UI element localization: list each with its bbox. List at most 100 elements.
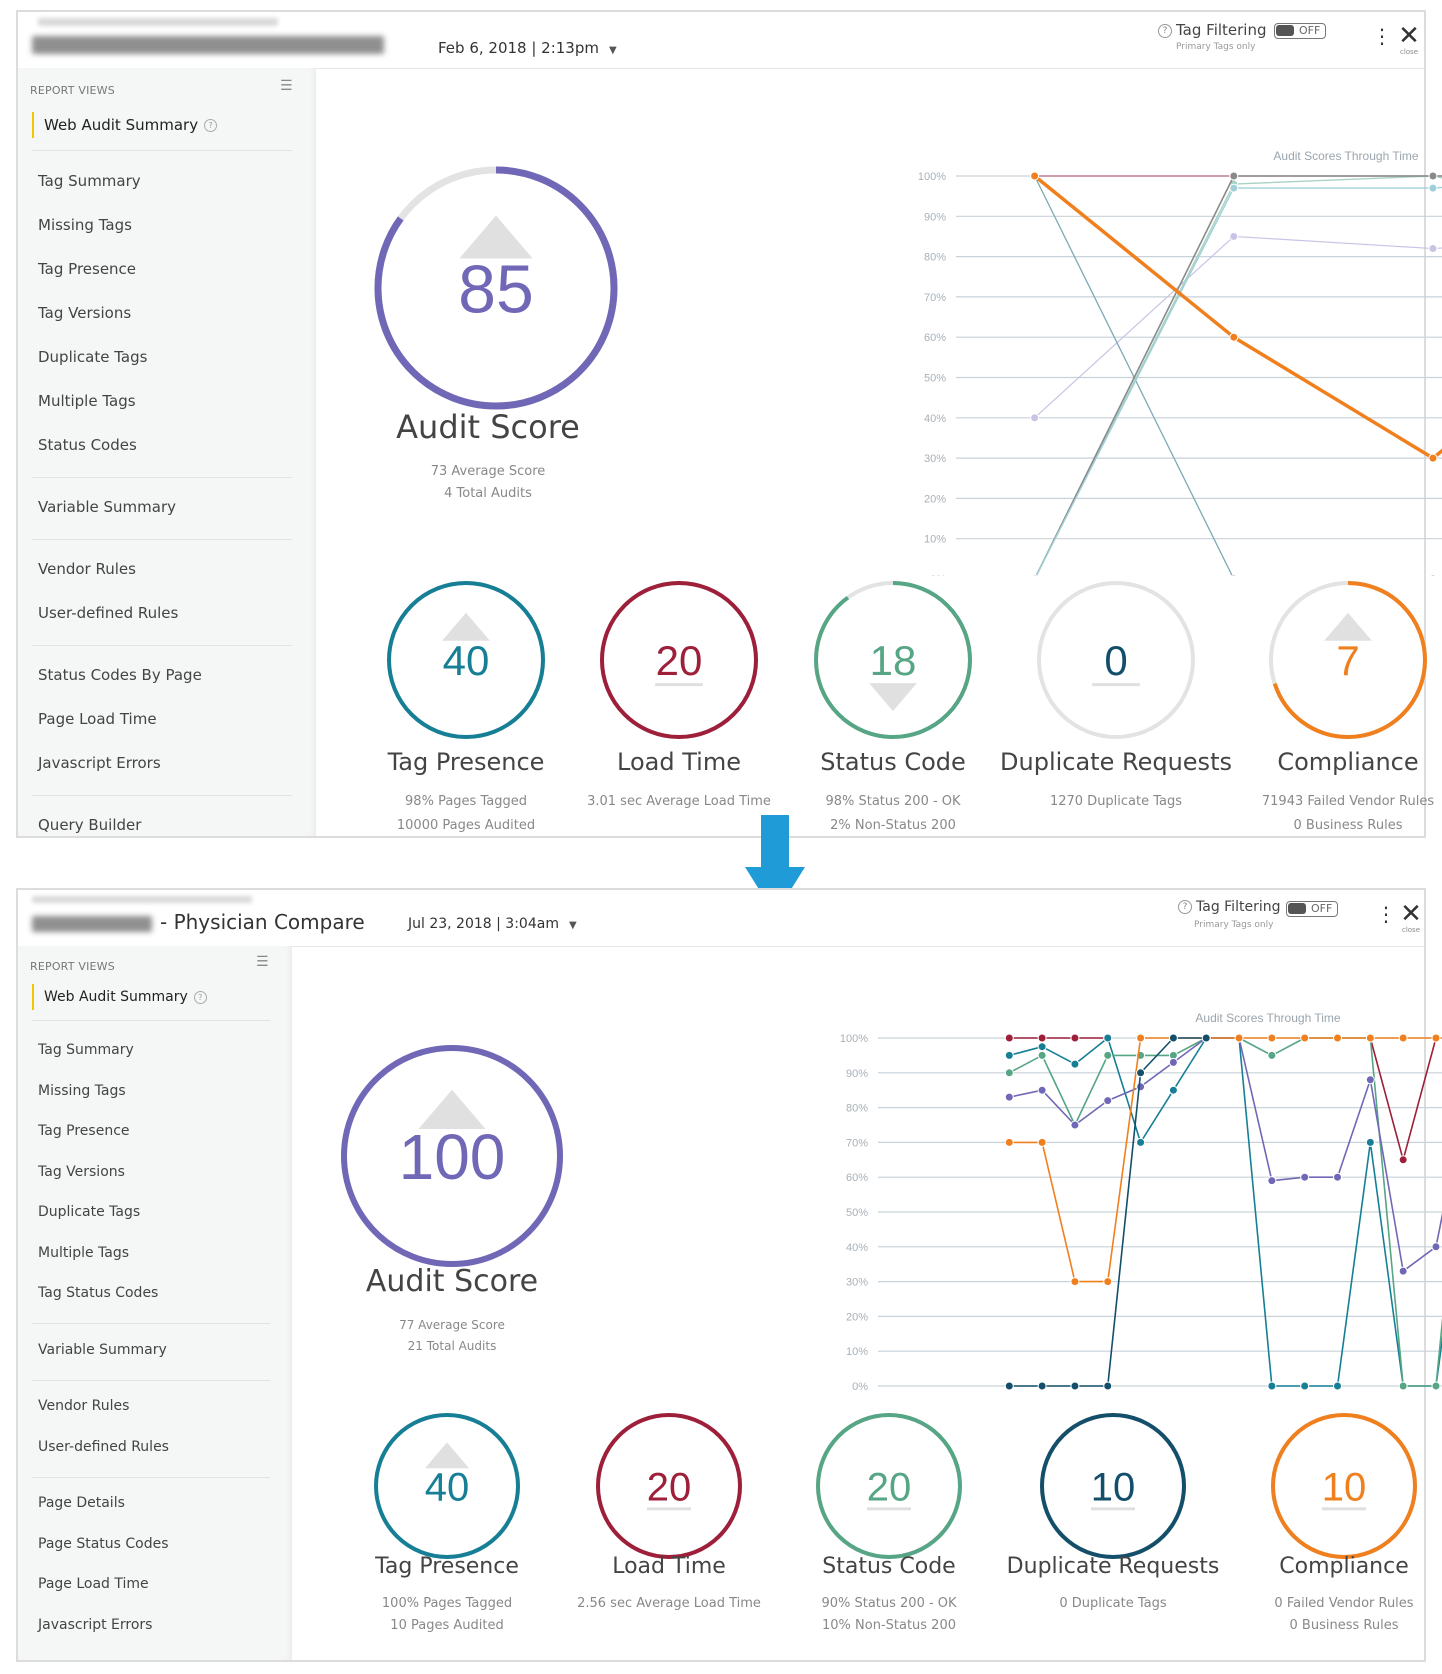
sidebar-item-status-codes-by-page[interactable]: Status Codes By Page <box>38 666 202 684</box>
sidebar-item-tag-summary[interactable]: Tag Summary <box>38 172 141 190</box>
data-point[interactable] <box>1300 1381 1310 1391</box>
sidebar-item-multiple-tags[interactable]: Multiple Tags <box>38 392 136 410</box>
data-point[interactable] <box>1229 332 1239 342</box>
data-point[interactable] <box>1365 1137 1375 1147</box>
menu-icon[interactable]: ☰ <box>256 954 269 970</box>
sidebar-item-web-audit-summary[interactable]: Web Audit Summary? <box>32 984 207 1010</box>
more-options-icon[interactable]: ⋮ <box>1376 904 1396 924</box>
sidebar-item-multiple-tags[interactable]: Multiple Tags <box>38 1245 129 1261</box>
data-point[interactable] <box>1004 1137 1014 1147</box>
sidebar-item-query-builder[interactable]: Query Builder <box>38 816 141 834</box>
data-point[interactable] <box>1004 1068 1014 1078</box>
data-point[interactable] <box>1037 1050 1047 1060</box>
data-point[interactable] <box>1168 1057 1178 1067</box>
data-point[interactable] <box>1431 1033 1441 1043</box>
data-point[interactable] <box>1004 1050 1014 1060</box>
data-point[interactable] <box>1333 1172 1343 1182</box>
data-point[interactable] <box>1429 574 1437 576</box>
menu-icon[interactable]: ☰ <box>280 78 293 94</box>
sidebar-item-vendor-rules[interactable]: Vendor Rules <box>38 1398 129 1414</box>
more-options-icon[interactable]: ⋮ <box>1372 26 1392 46</box>
data-point[interactable] <box>1398 1266 1408 1276</box>
data-point[interactable] <box>1136 1068 1146 1078</box>
sidebar-item-duplicate-tags[interactable]: Duplicate Tags <box>38 348 147 366</box>
data-point[interactable] <box>1333 1033 1343 1043</box>
sidebar-item-vendor-rules[interactable]: Vendor Rules <box>38 560 136 578</box>
load-time-gauge[interactable]: 20 <box>592 1409 746 1563</box>
data-point[interactable] <box>1103 1096 1113 1106</box>
data-point[interactable] <box>1103 1381 1113 1391</box>
data-point[interactable] <box>1004 1033 1014 1043</box>
data-point[interactable] <box>1229 231 1239 241</box>
sidebar-item-page-details[interactable]: Page Details <box>38 1495 125 1511</box>
data-point[interactable] <box>1428 453 1438 463</box>
data-point[interactable] <box>1037 1042 1047 1052</box>
sidebar-item-javascript-errors[interactable]: Javascript Errors <box>38 754 161 772</box>
sidebar-item-tag-presence[interactable]: Tag Presence <box>38 1123 130 1139</box>
data-point[interactable] <box>1267 1050 1277 1060</box>
data-point[interactable] <box>1004 1092 1014 1102</box>
data-point[interactable] <box>1103 1050 1113 1060</box>
data-point[interactable] <box>1428 183 1438 193</box>
data-point[interactable] <box>1136 1082 1146 1092</box>
data-point[interactable] <box>1103 1277 1113 1287</box>
data-point[interactable] <box>1037 1137 1047 1147</box>
data-point[interactable] <box>1431 1242 1441 1252</box>
data-point[interactable] <box>1201 1033 1211 1043</box>
data-point[interactable] <box>1004 1381 1014 1391</box>
data-point[interactable] <box>1070 1381 1080 1391</box>
status-code-gauge[interactable]: 18 <box>810 577 976 743</box>
data-point[interactable] <box>1398 1381 1408 1391</box>
data-point[interactable] <box>1300 1033 1310 1043</box>
sidebar-item-missing-tags[interactable]: Missing Tags <box>38 216 132 234</box>
data-point[interactable] <box>1431 1381 1441 1391</box>
data-point[interactable] <box>1070 1277 1080 1287</box>
data-point[interactable] <box>1030 171 1040 181</box>
sidebar-item-page-load-time[interactable]: Page Load Time <box>38 1576 149 1592</box>
tag-filtering-toggle[interactable]: OFF <box>1286 901 1338 917</box>
data-point[interactable] <box>1234 1033 1244 1043</box>
tag-presence-gauge[interactable]: 40 <box>370 1409 524 1563</box>
data-point[interactable] <box>1398 1033 1408 1043</box>
data-point[interactable] <box>1030 413 1040 423</box>
data-point[interactable] <box>1037 1085 1047 1095</box>
sidebar-item-javascript-errors[interactable]: Javascript Errors <box>38 1617 152 1633</box>
data-point[interactable] <box>1365 1075 1375 1085</box>
help-icon[interactable]: ? <box>193 990 207 1004</box>
data-point[interactable] <box>1398 1155 1408 1165</box>
sidebar-item-page-status-codes[interactable]: Page Status Codes <box>38 1536 169 1552</box>
tag-filtering-toggle[interactable]: OFF <box>1274 23 1326 39</box>
data-point[interactable] <box>1365 1033 1375 1043</box>
data-point[interactable] <box>1428 171 1438 181</box>
audit-scores-chart[interactable]: Audit Scores Through TimeScroll on Chart… <box>568 952 1442 1392</box>
sidebar-item-missing-tags[interactable]: Missing Tags <box>38 1083 126 1099</box>
data-point[interactable] <box>1103 1033 1113 1043</box>
help-icon[interactable]: ? <box>1178 900 1192 914</box>
data-point[interactable] <box>1229 183 1239 193</box>
data-point[interactable] <box>1037 1033 1047 1043</box>
sidebar-item-tag-versions[interactable]: Tag Versions <box>38 304 131 322</box>
audit-date-dropdown[interactable]: Jul 23, 2018 | 3:04am ▼ <box>408 916 577 932</box>
duplicate-requests-gauge[interactable]: 10 <box>1036 1409 1190 1563</box>
help-icon[interactable]: ? <box>204 119 218 132</box>
sidebar-item-tag-summary[interactable]: Tag Summary <box>38 1042 134 1058</box>
sidebar-item-tag-versions[interactable]: Tag Versions <box>38 1164 125 1180</box>
data-point[interactable] <box>1031 574 1039 576</box>
sidebar-item-user-defined-rules[interactable]: User-defined Rules <box>38 604 178 622</box>
sidebar-item-tag-presence[interactable]: Tag Presence <box>38 260 136 278</box>
sidebar-item-variable-summary[interactable]: Variable Summary <box>38 1342 167 1358</box>
compliance-gauge[interactable]: 10 <box>1267 1409 1421 1563</box>
data-point[interactable] <box>1267 1033 1277 1043</box>
data-point[interactable] <box>1070 1120 1080 1130</box>
data-point[interactable] <box>1136 1033 1146 1043</box>
data-point[interactable] <box>1168 1085 1178 1095</box>
compliance-gauge[interactable]: 7 <box>1265 577 1431 743</box>
tag-presence-gauge[interactable]: 40 <box>383 577 549 743</box>
data-point[interactable] <box>1267 1176 1277 1186</box>
sidebar-item-page-load-time[interactable]: Page Load Time <box>38 710 157 728</box>
data-point[interactable] <box>1070 1033 1080 1043</box>
audit-scores-chart[interactable]: Audit Scores Through TimeScroll on Chart… <box>616 76 1442 576</box>
close-button[interactable]: ✕ close <box>1400 901 1422 934</box>
data-point[interactable] <box>1037 1381 1047 1391</box>
data-point[interactable] <box>1168 1033 1178 1043</box>
